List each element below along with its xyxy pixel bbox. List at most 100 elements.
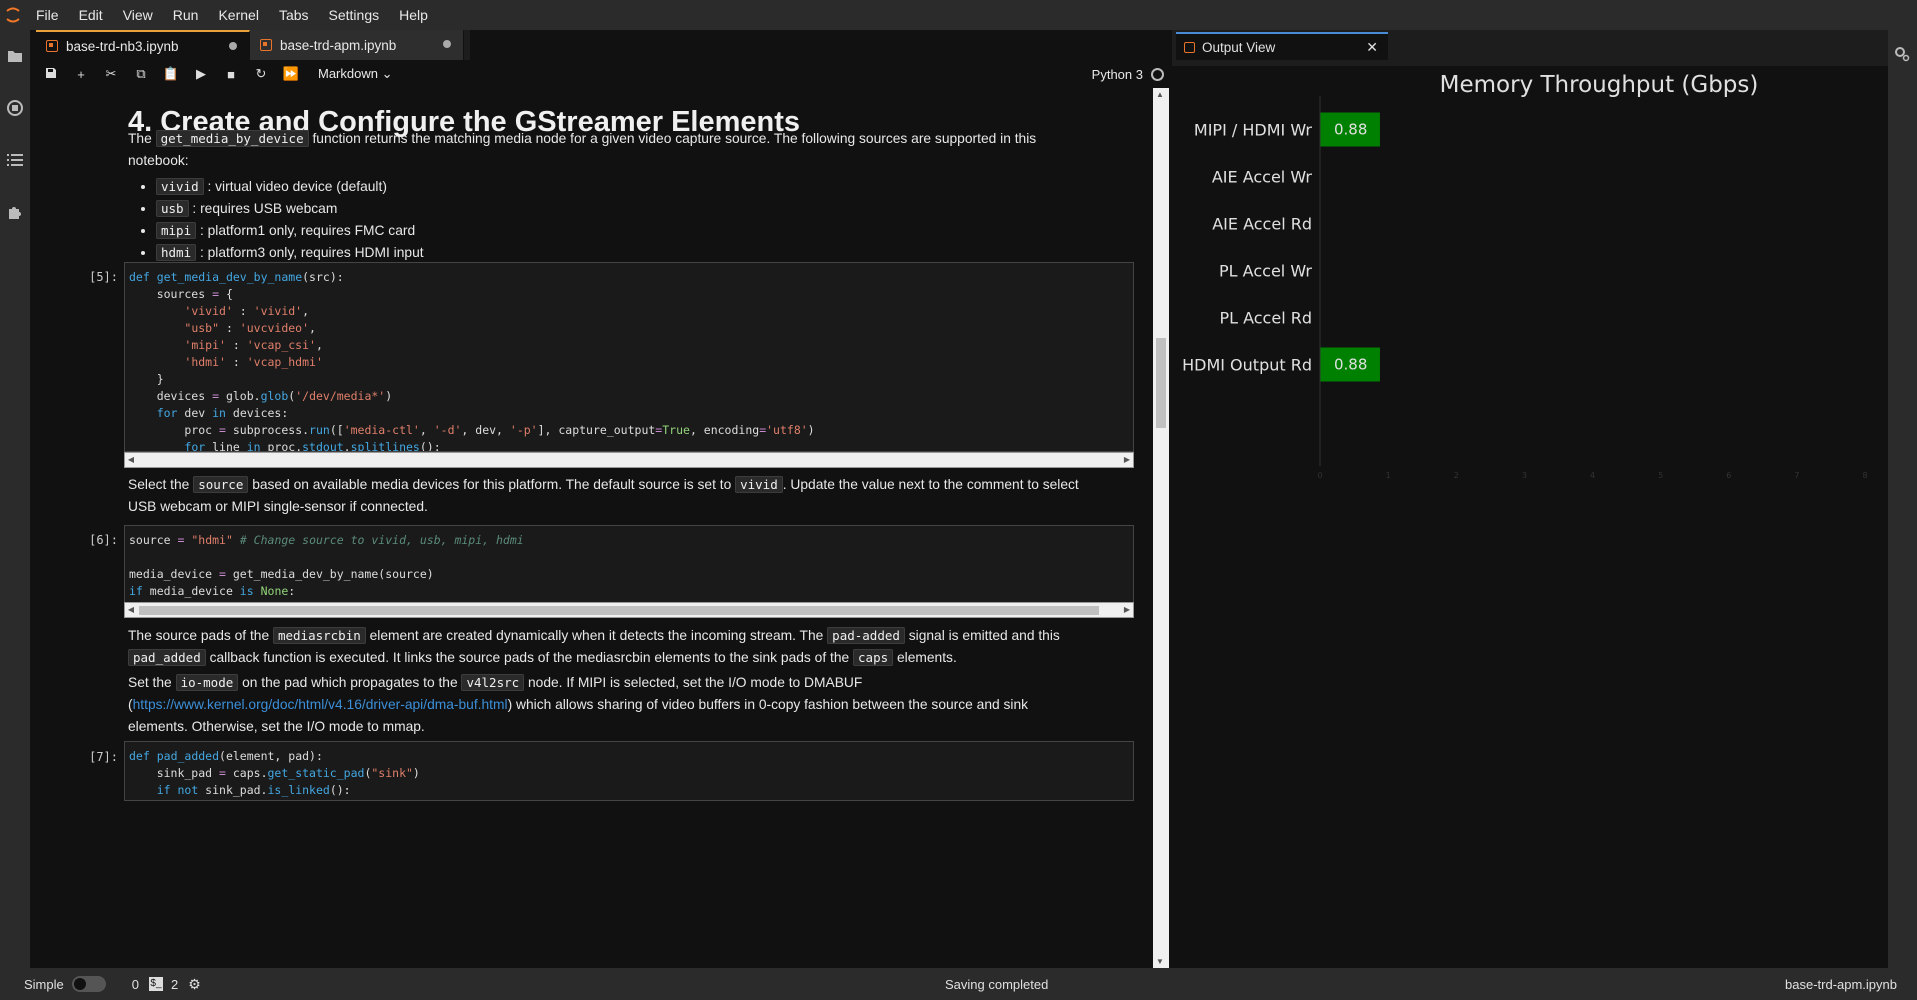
menu-kernel[interactable]: Kernel	[208, 0, 268, 30]
inline-code: usb	[156, 200, 189, 217]
menu-tabs[interactable]: Tabs	[269, 0, 319, 30]
inline-code: caps	[853, 649, 894, 666]
kernel-status-icon	[1151, 67, 1164, 81]
inline-code: get_media_by_device	[155, 130, 309, 147]
scroll-down-icon[interactable]: ▼	[1156, 957, 1164, 966]
dma-buf-link[interactable]: https://www.kernel.org/doc/html/v4.16/dr…	[133, 697, 508, 712]
unsaved-dot-icon[interactable]	[443, 40, 451, 48]
gear-icon[interactable]: ⚙	[188, 976, 201, 993]
paragraph-3: The source pads of the mediasrcbin eleme…	[128, 625, 1088, 669]
text: signal is emitted and this	[904, 628, 1060, 643]
menu-view[interactable]: View	[113, 0, 163, 30]
tab-output-view[interactable]: Output View ✕	[1176, 32, 1388, 60]
text: : requires USB webcam	[188, 201, 338, 216]
code-cell-6[interactable]: source = "hdmi" # Change source to vivid…	[124, 525, 1134, 605]
sources-list: vivid : virtual video device (default) u…	[128, 176, 1088, 264]
x-tick-label: 3	[1522, 471, 1527, 480]
scrollbar-thumb[interactable]	[1156, 338, 1166, 428]
folder-icon[interactable]	[0, 30, 30, 82]
active-file-name: base-trd-apm.ipynb	[1785, 976, 1897, 992]
output-view-panel: Memory Throughput (Gbps) MIPI / HDMI Wr 0…	[1175, 66, 1888, 968]
text: element are created dynamically when it …	[365, 628, 828, 643]
paste-icon[interactable]: 📋	[156, 66, 186, 82]
text: notebook:	[128, 153, 189, 168]
stop-icon[interactable]: ■	[216, 67, 246, 82]
text: Set the	[128, 675, 176, 690]
add-cell-icon[interactable]: +	[66, 67, 96, 82]
x-tick-label: 6	[1726, 471, 1731, 480]
scroll-left-icon[interactable]: ◀	[125, 453, 137, 467]
text: : virtual video device (default)	[203, 179, 387, 194]
list-item: mipi : platform1 only, requires FMC card	[156, 220, 1088, 242]
menu-file[interactable]: File	[26, 0, 69, 30]
terminal-count: 0	[131, 976, 139, 992]
fast-forward-icon[interactable]: ⏩	[276, 66, 306, 82]
kernel-name[interactable]: Python 3	[1092, 67, 1143, 82]
scroll-right-icon[interactable]: ▶	[1121, 603, 1133, 617]
menu-run[interactable]: Run	[163, 0, 209, 30]
restart-icon[interactable]: ↻	[246, 66, 276, 82]
horizontal-scrollbar[interactable]: ◀ ▶	[124, 452, 1134, 468]
text: on the pad which propagates to the	[238, 675, 462, 690]
code-cell-5[interactable]: def get_media_dev_by_name(src): sources …	[124, 262, 1134, 452]
text: : platform3 only, requires HDMI input	[196, 245, 424, 260]
save-icon[interactable]	[36, 67, 66, 82]
text: function returns the matching media node…	[308, 131, 1037, 146]
jupyter-logo-icon[interactable]	[0, 0, 26, 30]
cell-type-select[interactable]: Markdown ⌄	[318, 66, 393, 82]
category-label: AIE Accel Rd	[1212, 215, 1312, 234]
text: USB webcam or MIPI single-sensor if conn…	[128, 499, 428, 514]
chevron-down-icon: ⌄	[381, 66, 393, 81]
paragraph-1: The get_media_by_device function returns…	[128, 128, 1088, 172]
throughput-chart: Memory Throughput (Gbps) MIPI / HDMI Wr 0…	[1182, 72, 1867, 480]
running-icon[interactable]	[0, 82, 30, 134]
horizontal-scrollbar[interactable]: ◀ ▶	[124, 602, 1134, 618]
tab-base-trd-apm[interactable]: base-trd-apm.ipynb	[250, 30, 464, 60]
unsaved-dot-icon[interactable]	[229, 42, 237, 50]
inline-code: pad_added	[128, 649, 206, 666]
text: based on available media devices for thi…	[248, 477, 736, 492]
text: elements.	[893, 650, 957, 665]
right-sidebar	[1888, 30, 1917, 968]
list-item: hdmi : platform3 only, requires HDMI inp…	[156, 242, 1088, 264]
scroll-right-icon[interactable]: ▶	[1121, 453, 1133, 467]
data-label: 0.88	[1334, 356, 1367, 374]
run-icon[interactable]: ▶	[186, 66, 216, 82]
menu-edit[interactable]: Edit	[69, 0, 113, 30]
text: callback function is executed. It links …	[205, 650, 854, 665]
text: The	[128, 131, 156, 146]
copy-icon[interactable]: ⧉	[126, 66, 156, 82]
x-tick-label: 2	[1454, 471, 1459, 480]
simple-mode-toggle[interactable]	[71, 976, 106, 992]
notebook-vertical-scrollbar[interactable]: ▲ ▼	[1153, 88, 1169, 968]
scroll-up-icon[interactable]: ▲	[1156, 90, 1164, 99]
toc-icon[interactable]	[0, 134, 30, 186]
code-cell-7[interactable]: def pad_added(element, pad): sink_pad = …	[124, 741, 1134, 801]
x-tick-label: 4	[1590, 471, 1595, 480]
tab-base-trd-nb3[interactable]: base-trd-nb3.ipynb	[36, 30, 250, 60]
terminal-icon[interactable]: $_	[148, 977, 163, 991]
scroll-left-icon[interactable]: ◀	[125, 603, 137, 617]
text: The source pads of the	[128, 628, 273, 643]
inline-code: vivid	[735, 476, 783, 493]
inline-code: v4l2src	[461, 674, 525, 691]
kernel-count: 2	[170, 976, 179, 992]
text: elements. Otherwise, set the I/O mode to…	[128, 719, 425, 734]
scrollbar-thumb[interactable]	[139, 606, 1099, 615]
menu-help[interactable]: Help	[389, 0, 438, 30]
category-label: MIPI / HDMI Wr	[1194, 121, 1313, 140]
cut-icon[interactable]: ✂	[96, 66, 126, 82]
text: : platform1 only, requires FMC card	[196, 223, 416, 238]
close-icon[interactable]: ✕	[1366, 39, 1378, 56]
cell-prompt: [5]:	[89, 270, 118, 284]
extension-icon[interactable]	[0, 186, 30, 238]
text: ) which allows sharing of video buffers …	[507, 697, 1029, 712]
notebook-toolbar: + ✂ ⧉ 📋 ▶ ■ ↻ ⏩ Markdown ⌄ Python 3	[36, 60, 1170, 88]
text: . Update the value next to the comment t…	[782, 477, 1079, 492]
paragraph-4: Set the io-mode on the pad which propaga…	[128, 672, 1088, 738]
left-sidebar	[0, 30, 30, 968]
inline-code: mediasrcbin	[272, 627, 366, 644]
property-inspector-icon[interactable]	[1894, 46, 1910, 67]
menu-settings[interactable]: Settings	[319, 0, 390, 30]
cell-prompt: [7]:	[89, 750, 118, 764]
